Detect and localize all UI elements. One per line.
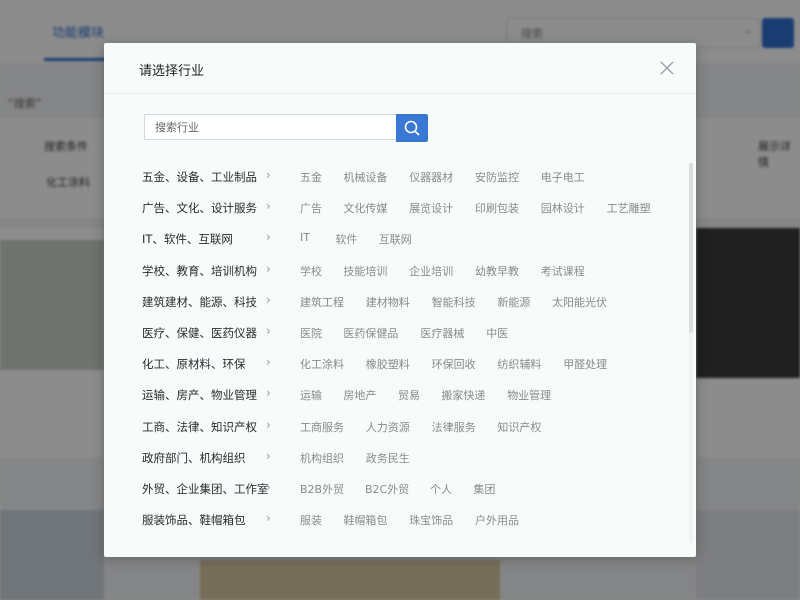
industry-option[interactable]: 环保回收	[432, 356, 476, 372]
close-icon[interactable]	[660, 60, 674, 75]
industry-option[interactable]: 机械设备	[343, 169, 387, 185]
industry-option[interactable]: 学校	[300, 263, 322, 279]
industry-option[interactable]: 展览设计	[409, 200, 453, 216]
industry-category-label[interactable]: 政府部门、机构组织	[142, 450, 246, 466]
chevron-right-icon: ›	[266, 199, 271, 214]
industry-category-label[interactable]: 运输、房产、物业管理	[142, 387, 257, 403]
industry-category-row: 外贸、企业集团、工作室 › B2B外贸 B2C外贸 个人 集团	[142, 477, 682, 501]
industry-option[interactable]: 考试课程	[541, 263, 585, 279]
industry-category-label[interactable]: 外贸、企业集团、工作室	[142, 481, 269, 497]
industry-option[interactable]: 建筑工程	[300, 294, 344, 310]
industry-option[interactable]: 纺织辅料	[497, 356, 541, 372]
industry-option[interactable]: 医疗器械	[420, 325, 464, 341]
industry-option[interactable]: 工商服务	[300, 419, 344, 435]
chevron-right-icon: ›	[266, 417, 271, 432]
industry-option[interactable]: 广告	[300, 200, 322, 216]
industry-option[interactable]: 电子电工	[541, 169, 585, 185]
industry-search	[144, 114, 428, 142]
chevron-right-icon: ›	[266, 324, 271, 338]
industry-category-row: 运输、房产、物业管理 › 运输 房地产 贸易 搬家快递 物业管理	[142, 383, 682, 407]
industry-option[interactable]: 珠宝饰品	[409, 512, 453, 528]
industry-option[interactable]: 鞋帽箱包	[343, 512, 387, 528]
industry-select-dialog: 请选择行业 五金、设备、工业制品 › 五金 机械设备 仪器器材 安防监控 电子电工广告、文化…	[104, 43, 696, 557]
industry-category-row: 服装饰品、鞋帽箱包 › 服装 鞋帽箱包 珠宝饰品 户外用品	[142, 508, 682, 532]
industry-option[interactable]: 服装	[300, 512, 322, 528]
industry-option[interactable]: 工艺雕塑	[607, 200, 651, 216]
industry-category-label[interactable]: 工商、法律、知识产权	[142, 419, 257, 435]
industry-category-row: 建筑建材、能源、科技 › 建筑工程 建材物料 智能科技 新能源 太阳能光伏	[142, 290, 682, 314]
industry-search-input[interactable]	[144, 114, 396, 140]
industry-category-label[interactable]: IT、软件、互联网	[142, 231, 233, 247]
industry-option[interactable]: 文化传媒	[343, 200, 387, 216]
industry-option[interactable]: 物业管理	[507, 387, 551, 403]
industry-category-row: 五金、设备、工业制品 › 五金 机械设备 仪器器材 安防监控 电子电工	[142, 165, 682, 189]
industry-option[interactable]: 橡胶塑料	[366, 356, 410, 372]
industry-option[interactable]: 互联网	[379, 231, 412, 247]
industry-category-row: 学校、教育、培训机构 › 学校 技能培训 企业培训 幼教早教 考试课程	[142, 259, 682, 283]
industry-category-label[interactable]: 化工、原材料、环保	[142, 356, 246, 372]
industry-category-row: 化工、原材料、环保 › 化工涂料 橡胶塑料 环保回收 纺织辅料 甲醛处理	[142, 352, 682, 376]
industry-category-label[interactable]: 广告、文化、设计服务	[142, 200, 257, 216]
dialog-title: 请选择行业	[139, 64, 205, 79]
industry-category-label[interactable]: 医疗、保健、医药仪器	[142, 325, 257, 341]
industry-option[interactable]: 建材物料	[366, 294, 410, 310]
industry-option[interactable]: 软件	[335, 231, 357, 247]
industry-option[interactable]: 安防监控	[475, 169, 519, 185]
industry-option[interactable]: 五金	[300, 169, 322, 185]
industry-category-row: 工商、法律、知识产权 › 工商服务 人力资源 法律服务 知识产权	[142, 415, 682, 439]
industry-option[interactable]: 房地产	[343, 387, 376, 403]
industry-option[interactable]: 集团	[473, 481, 495, 497]
industry-option[interactable]: 运输	[300, 387, 322, 403]
industry-search-button[interactable]	[396, 114, 428, 142]
chevron-right-icon: ›	[266, 261, 271, 276]
chevron-right-icon: ›	[266, 355, 271, 370]
chevron-right-icon: ›	[266, 511, 271, 526]
industry-category-label[interactable]: 五金、设备、工业制品	[142, 169, 257, 185]
industry-option[interactable]: 中医	[486, 325, 508, 341]
industry-option[interactable]: 幼教早教	[475, 263, 519, 279]
industry-option[interactable]: 印刷包装	[475, 200, 519, 216]
chevron-right-icon: ›	[266, 448, 271, 463]
chevron-right-icon: ›	[266, 480, 271, 494]
industry-option[interactable]: 新能源	[497, 294, 530, 310]
industry-option[interactable]: 法律服务	[432, 419, 476, 435]
industry-option[interactable]: 搬家快递	[441, 387, 485, 403]
scrollbar-thumb[interactable]	[689, 163, 693, 333]
industry-category-label[interactable]: 学校、教育、培训机构	[142, 263, 257, 279]
chevron-right-icon: ›	[266, 292, 271, 307]
industry-option[interactable]: 个人	[430, 481, 452, 497]
industry-option[interactable]: 人力资源	[366, 419, 410, 435]
industry-category-row: IT、软件、互联网 › IT 软件 互联网	[142, 227, 682, 251]
industry-option[interactable]: B2B外贸	[300, 481, 344, 497]
industry-option[interactable]: 仪器器材	[409, 169, 453, 185]
industry-option[interactable]: 知识产权	[497, 419, 541, 435]
search-icon	[404, 120, 420, 136]
industry-option[interactable]: B2C外贸	[365, 481, 409, 497]
industry-option[interactable]: 智能科技	[432, 294, 476, 310]
industry-option[interactable]: 技能培训	[343, 263, 387, 279]
industry-option[interactable]: 医药保健品	[343, 325, 398, 341]
industry-option[interactable]: 甲醛处理	[563, 356, 607, 372]
industry-option[interactable]: 化工涂料	[300, 356, 344, 372]
industry-category-row: 政府部门、机构组织 › 机构组织 政务民生	[142, 446, 682, 470]
industry-option[interactable]: 政务民生	[366, 450, 410, 466]
chevron-right-icon: ›	[266, 386, 271, 401]
industry-option[interactable]: 贸易	[398, 387, 420, 403]
industry-option[interactable]: 园林设计	[541, 200, 585, 216]
industry-category-row: 广告、文化、设计服务 › 广告 文化传媒 展览设计 印刷包装 园林设计 工艺雕塑	[142, 196, 682, 220]
industry-option[interactable]: 户外用品	[475, 512, 519, 528]
industry-category-label[interactable]: 服装饰品、鞋帽箱包	[142, 512, 246, 528]
industry-category-label[interactable]: 建筑建材、能源、科技	[142, 294, 257, 310]
chevron-right-icon: ›	[266, 168, 271, 182]
industry-option[interactable]: 机构组织	[300, 450, 344, 466]
industry-option[interactable]: 太阳能光伏	[552, 294, 607, 310]
dialog-header: 请选择行业	[104, 43, 696, 94]
industry-category-row: 医疗、保健、医药仪器 › 医院 医药保健品 医疗器械 中医	[142, 321, 682, 345]
industry-option[interactable]: 医院	[300, 325, 322, 341]
chevron-right-icon: ›	[266, 230, 271, 245]
industry-option[interactable]: 企业培训	[409, 263, 453, 279]
industry-option[interactable]: IT	[300, 231, 310, 244]
